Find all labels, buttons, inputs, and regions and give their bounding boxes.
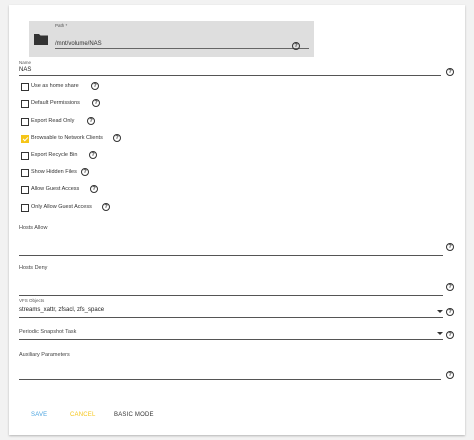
path-field-container: Path * /mnt/volume/NAS ?	[29, 21, 314, 57]
hosts-deny-help-icon[interactable]: ?	[446, 283, 454, 291]
vfs-objects-dropdown-icon[interactable]	[437, 310, 443, 313]
checkbox-label: Use as home share	[31, 83, 79, 89]
share-form-card: Path * /mnt/volume/NAS ? Name NAS ? Use …	[9, 5, 465, 435]
hosts-deny-label: Hosts Deny	[19, 265, 48, 271]
checkbox-box[interactable]	[21, 152, 29, 160]
periodic-snapshot-select[interactable]	[19, 339, 443, 340]
save-button[interactable]: SAVE	[31, 412, 47, 418]
hosts-allow-label: Hosts Allow	[19, 225, 48, 231]
name-input[interactable]: NAS	[19, 67, 31, 73]
checkbox-box[interactable]	[21, 169, 29, 177]
guest-access-help-icon[interactable]: ?	[90, 185, 98, 193]
hosts-allow-input[interactable]	[19, 255, 443, 256]
hosts-deny-input[interactable]	[19, 295, 443, 296]
recycle-bin-help-icon[interactable]: ?	[89, 151, 97, 159]
only-guest-help-icon[interactable]: ?	[102, 203, 110, 211]
checkbox-label: Export Recycle Bin	[31, 152, 78, 158]
vfs-objects-help-icon[interactable]: ?	[446, 308, 454, 316]
browsable-help-icon[interactable]: ?	[113, 134, 121, 142]
aux-params-label: Auxiliary Parameters	[19, 352, 70, 358]
vfs-objects-select[interactable]: streams_xattr, zfsacl, zfs_space	[19, 307, 104, 313]
checkbox-box[interactable]	[21, 100, 29, 108]
checkbox-label: Default Permissions	[31, 100, 80, 106]
vfs-objects-underline	[19, 317, 443, 318]
cancel-button[interactable]: CANCEL	[70, 412, 96, 418]
checkbox-label: Only Allow Guest Access	[31, 204, 92, 210]
aux-params-help-icon[interactable]: ?	[446, 371, 454, 379]
path-help-icon[interactable]: ?	[292, 42, 300, 50]
name-help-icon[interactable]: ?	[446, 68, 454, 76]
basic-mode-button[interactable]: BASIC MODE	[114, 412, 154, 418]
checkbox-label: Browsable to Network Clients	[31, 135, 103, 141]
name-label: Name	[19, 60, 32, 65]
folder-icon[interactable]	[34, 33, 48, 45]
periodic-snapshot-help-icon[interactable]: ?	[446, 331, 454, 339]
vfs-objects-label: VFS Objects	[19, 298, 45, 303]
default-permissions-help-icon[interactable]: ?	[92, 99, 100, 107]
path-underline	[55, 48, 309, 49]
checkbox-box[interactable]	[21, 83, 29, 91]
export-read-only-help-icon[interactable]: ?	[87, 117, 95, 125]
checkbox-box[interactable]	[21, 118, 29, 126]
path-label: Path *	[55, 23, 68, 28]
path-input[interactable]: /mnt/volume/NAS	[55, 41, 102, 47]
periodic-snapshot-dropdown-icon[interactable]	[437, 332, 443, 335]
checkbox-box[interactable]	[21, 204, 29, 212]
checkbox-box-checked[interactable]	[21, 135, 29, 143]
checkbox-box[interactable]	[21, 186, 29, 194]
aux-params-textarea[interactable]	[19, 379, 441, 380]
name-underline	[19, 75, 441, 76]
hidden-files-help-icon[interactable]: ?	[81, 168, 89, 176]
periodic-snapshot-label: Periodic Snapshot Task	[19, 329, 77, 335]
checkbox-label: Allow Guest Access	[31, 186, 80, 192]
hosts-allow-help-icon[interactable]: ?	[446, 243, 454, 251]
checkbox-label: Show Hidden Files	[31, 169, 77, 175]
checkbox-label: Export Read Only	[31, 118, 75, 124]
home-share-help-icon[interactable]: ?	[91, 82, 99, 90]
